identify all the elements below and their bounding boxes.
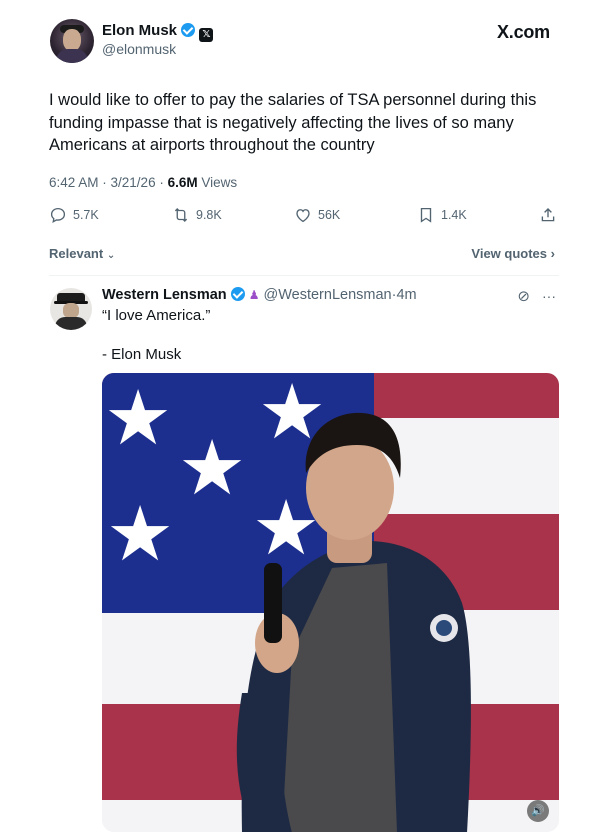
views-label: Views bbox=[201, 175, 238, 190]
tweet-date[interactable]: 3/21/26 bbox=[111, 175, 156, 190]
repost-count: 9.8K bbox=[196, 208, 222, 222]
bookmark-icon bbox=[420, 207, 432, 223]
tweet-meta: 6:42 AM · 3/21/26 · 6.6M Views bbox=[49, 175, 238, 190]
volume-icon[interactable]: 🔊 bbox=[527, 800, 549, 822]
view-quotes-label: View quotes bbox=[471, 246, 548, 261]
like-button[interactable]: 56K bbox=[294, 206, 340, 224]
tweet-text: I would like to offer to pay the salarie… bbox=[49, 91, 537, 154]
reply-time[interactable]: 4m bbox=[396, 287, 416, 303]
share-button[interactable] bbox=[539, 206, 557, 224]
affiliate-badge-icon: ♟ bbox=[248, 288, 260, 302]
grok-icon[interactable]: ⊘ bbox=[517, 287, 530, 305]
reply-button[interactable]: 5.7K bbox=[49, 206, 99, 224]
more-options-icon[interactable]: ··· bbox=[542, 288, 556, 304]
share-icon bbox=[541, 208, 555, 222]
author-name-row[interactable]: Elon Musk 𝕏 bbox=[102, 22, 214, 42]
speaker-figure bbox=[236, 412, 471, 832]
sort-dropdown[interactable]: Relevant ⌄ bbox=[49, 246, 115, 261]
verified-badge-icon bbox=[181, 23, 196, 37]
author-name[interactable]: Elon Musk bbox=[102, 22, 177, 39]
reply-text-line: “I love America.” bbox=[102, 307, 211, 324]
reply-icon bbox=[50, 207, 66, 224]
view-quotes-link[interactable]: View quotes › bbox=[471, 246, 555, 261]
views-count: 6.6M bbox=[167, 175, 198, 190]
reply-author-avatar[interactable] bbox=[50, 288, 92, 330]
sort-label: Relevant bbox=[49, 246, 104, 261]
divider bbox=[49, 275, 559, 276]
star-icon: ★ bbox=[106, 492, 175, 577]
reply-video[interactable]: ★ ★ ★ ★ ★ 🔊 bbox=[102, 373, 559, 832]
reply-author-name[interactable]: Western Lensman bbox=[102, 287, 227, 303]
reply-header: Western Lensman ♟ @WesternLensman·4m bbox=[102, 287, 417, 303]
reply-header-actions: ⊘ ··· bbox=[517, 287, 556, 305]
reply-author-handle[interactable]: @WesternLensman bbox=[264, 287, 392, 303]
bookmark-count: 1.4K bbox=[441, 208, 467, 222]
site-logo: X.com bbox=[496, 22, 550, 42]
chevron-right-icon: › bbox=[550, 246, 555, 261]
x-affiliation-icon: 𝕏 bbox=[199, 28, 214, 42]
reply-text-attribution: - Elon Musk bbox=[102, 346, 182, 363]
tweet-time[interactable]: 6:42 AM bbox=[49, 175, 99, 190]
repost-icon bbox=[174, 208, 188, 222]
heart-icon bbox=[296, 209, 310, 223]
verified-badge-icon bbox=[230, 287, 245, 301]
reply-count: 5.7K bbox=[73, 208, 99, 222]
like-count: 56K bbox=[318, 208, 341, 222]
author-handle[interactable]: @elonmusk bbox=[102, 41, 176, 57]
chevron-down-icon: ⌄ bbox=[106, 250, 116, 261]
repost-button[interactable]: 9.8K bbox=[172, 206, 222, 224]
bookmark-button[interactable]: 1.4K bbox=[417, 206, 467, 224]
author-avatar[interactable] bbox=[50, 19, 94, 63]
star-icon: ★ bbox=[104, 376, 173, 461]
